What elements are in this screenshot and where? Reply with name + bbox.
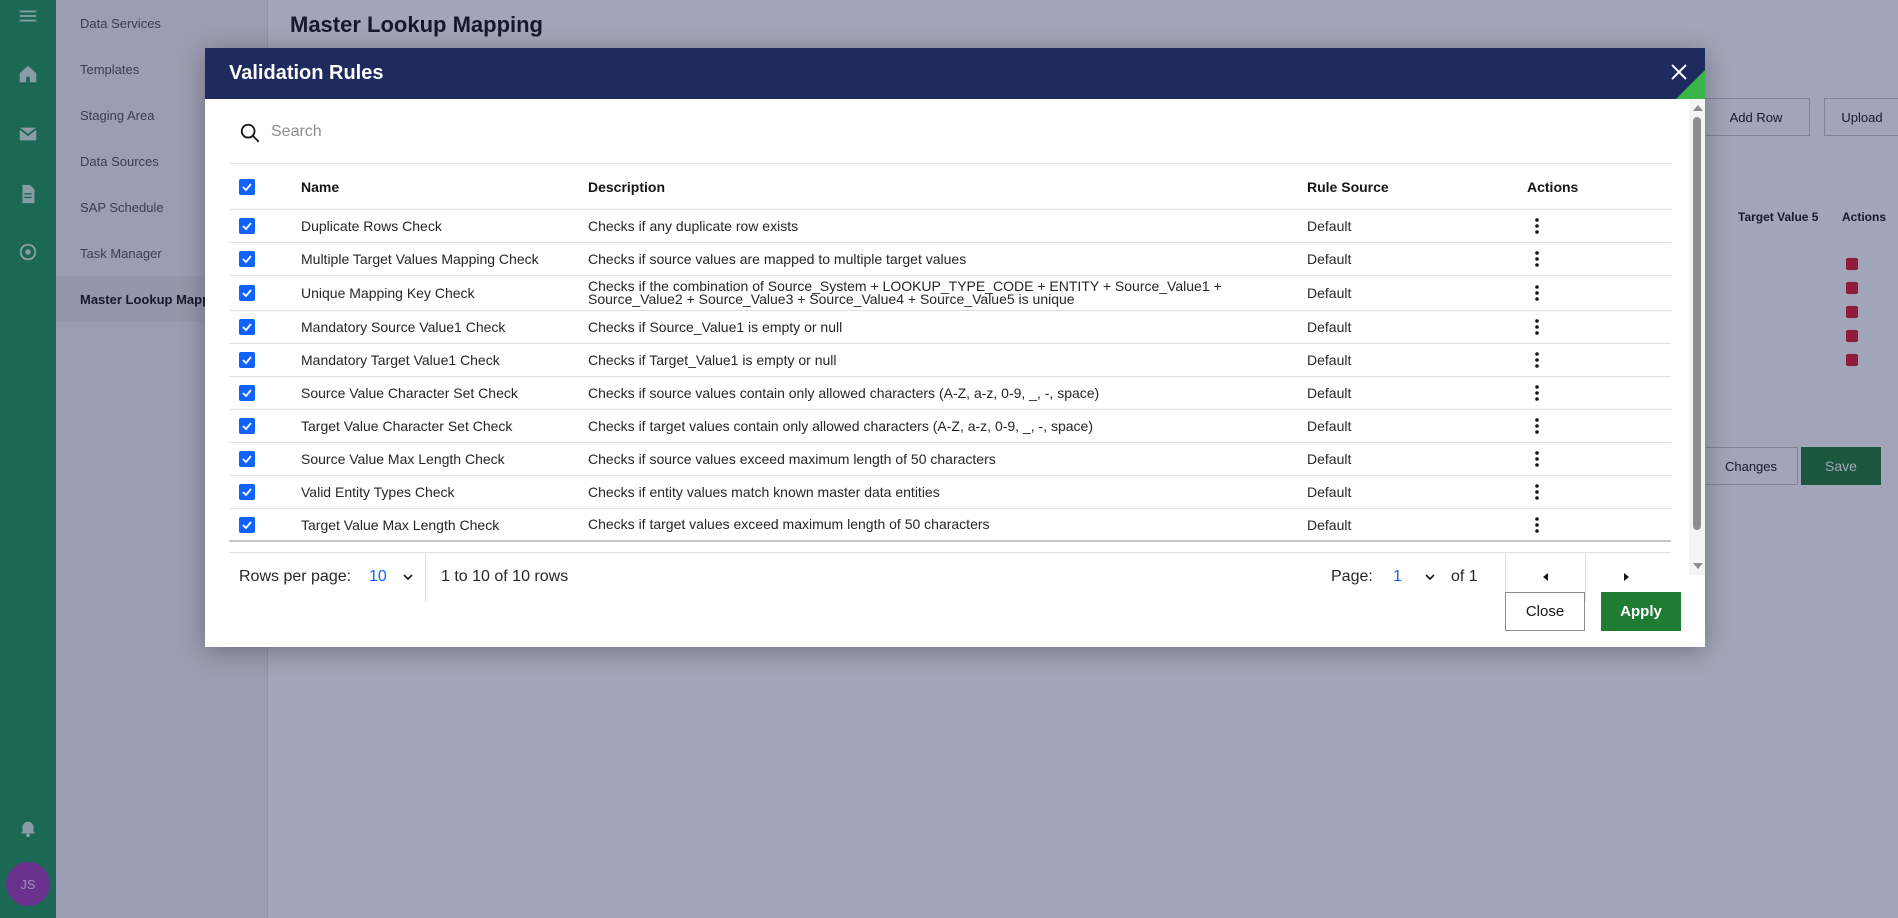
rule-description: Checks if any duplicate row exists xyxy=(588,217,799,234)
table-row: Multiple Target Values Mapping Check Che… xyxy=(229,243,1671,276)
table-row: Mandatory Target Value1 Check Checks if … xyxy=(229,344,1671,377)
search-bar xyxy=(229,99,1671,164)
page-label: Page: xyxy=(1331,568,1373,585)
rule-source: Default xyxy=(1307,251,1352,267)
rule-name: Source Value Max Length Check xyxy=(301,451,505,467)
kebab-icon[interactable] xyxy=(1527,347,1547,373)
row-checkbox[interactable] xyxy=(239,484,255,500)
rule-source: Default xyxy=(1307,484,1352,500)
row-checkbox[interactable] xyxy=(239,451,255,467)
kebab-icon[interactable] xyxy=(1527,479,1547,505)
rule-description: Checks if source values contain only all… xyxy=(588,384,1100,401)
rule-description: Checks if Target_Value1 is empty or null xyxy=(588,351,837,368)
rule-name: Mandatory Source Value1 Check xyxy=(301,319,506,335)
table-row: Unique Mapping Key Check Checks if the c… xyxy=(229,276,1671,311)
table-row: Mandatory Source Value1 Check Checks if … xyxy=(229,311,1671,344)
table-row: Source Value Character Set Check Checks … xyxy=(229,377,1671,410)
rule-name: Target Value Max Length Check xyxy=(301,516,500,533)
scrollbar-thumb[interactable] xyxy=(1693,117,1701,530)
rule-name: Unique Mapping Key Check xyxy=(301,285,475,301)
chevron-down-icon[interactable] xyxy=(1423,570,1437,584)
row-checkbox[interactable] xyxy=(239,418,255,434)
kebab-icon[interactable] xyxy=(1527,380,1547,406)
rule-description: Checks if target values contain only all… xyxy=(588,417,1093,434)
column-header-rule-source[interactable]: Rule Source xyxy=(1307,165,1467,209)
kebab-icon[interactable] xyxy=(1527,446,1547,472)
chevron-down-icon[interactable] xyxy=(401,570,415,584)
pagination: Rows per page: 10 1 to 10 of 10 rows Pag… xyxy=(229,552,1671,601)
rule-description: Checks if source values are mapped to mu… xyxy=(588,250,967,267)
scroll-down-icon[interactable] xyxy=(1693,563,1703,569)
kebab-icon[interactable] xyxy=(1527,413,1547,439)
table-row: Duplicate Rows Check Checks if any dupli… xyxy=(229,210,1671,243)
column-header-actions: Actions xyxy=(1527,179,1579,195)
modal-header: Validation Rules xyxy=(205,48,1705,99)
rule-source: Default xyxy=(1307,516,1352,533)
divider xyxy=(425,553,426,601)
scroll-up-icon[interactable] xyxy=(1693,105,1703,111)
rule-source: Default xyxy=(1307,418,1352,434)
row-checkbox[interactable] xyxy=(239,385,255,401)
kebab-icon[interactable] xyxy=(1527,314,1547,340)
validation-rules-modal: Validation Rules Name Description Rule S… xyxy=(205,48,1705,647)
rule-description: Checks if the combination of Source_Syst… xyxy=(588,278,1222,307)
modal-body: Name Description Rule Source Actions Dup… xyxy=(229,99,1671,625)
kebab-icon[interactable] xyxy=(1527,512,1547,538)
row-checkbox[interactable] xyxy=(239,285,255,301)
apply-button[interactable]: Apply xyxy=(1601,592,1681,631)
rows-per-page-select[interactable]: 10 xyxy=(369,568,387,586)
vertical-scrollbar[interactable] xyxy=(1689,99,1705,575)
table-row: Target Value Max Length Check Checks if … xyxy=(229,509,1671,542)
rule-name: Multiple Target Values Mapping Check xyxy=(301,251,539,267)
table-row: Source Value Max Length Check Checks if … xyxy=(229,443,1671,476)
column-header-description[interactable]: Description xyxy=(588,165,1288,209)
rule-source: Default xyxy=(1307,352,1352,368)
kebab-icon[interactable] xyxy=(1527,280,1547,306)
rule-name: Valid Entity Types Check xyxy=(301,484,455,500)
row-checkbox[interactable] xyxy=(239,319,255,335)
rule-description: Checks if source values exceed maximum l… xyxy=(588,450,996,467)
rule-description: Checks if Source_Value1 is empty or null xyxy=(588,318,843,335)
rule-source: Default xyxy=(1307,218,1352,234)
page-total-text: of 1 xyxy=(1451,568,1478,585)
rule-description: Checks if entity values match known mast… xyxy=(588,483,940,500)
row-checkbox[interactable] xyxy=(239,251,255,267)
row-range-text: 1 to 10 of 10 rows xyxy=(441,568,569,585)
rule-name: Source Value Character Set Check xyxy=(301,385,518,401)
select-all-checkbox[interactable] xyxy=(239,179,255,195)
rule-name: Duplicate Rows Check xyxy=(301,218,442,234)
table-row: Valid Entity Types Check Checks if entit… xyxy=(229,476,1671,509)
rule-source: Default xyxy=(1307,285,1352,301)
close-button[interactable]: Close xyxy=(1505,592,1585,631)
search-icon xyxy=(240,123,260,143)
row-checkbox[interactable] xyxy=(239,218,255,234)
kebab-icon[interactable] xyxy=(1527,213,1547,239)
modal-title: Validation Rules xyxy=(229,62,384,84)
close-icon[interactable] xyxy=(1665,58,1693,86)
table-header-row: Name Description Rule Source Actions xyxy=(229,165,1671,210)
kebab-icon[interactable] xyxy=(1527,246,1547,272)
rule-description: Checks if target values exceed maximum l… xyxy=(588,516,990,532)
row-checkbox[interactable] xyxy=(239,516,255,533)
rule-source: Default xyxy=(1307,451,1352,467)
rule-name: Target Value Character Set Check xyxy=(301,418,513,434)
column-header-name[interactable]: Name xyxy=(301,165,581,209)
rule-name: Mandatory Target Value1 Check xyxy=(301,352,500,368)
table-row: Target Value Character Set Check Checks … xyxy=(229,410,1671,443)
search-input[interactable] xyxy=(271,117,1651,147)
row-checkbox[interactable] xyxy=(239,352,255,368)
rule-source: Default xyxy=(1307,319,1352,335)
rule-source: Default xyxy=(1307,385,1352,401)
page-select[interactable]: 1 xyxy=(1393,568,1402,586)
rows-per-page-label: Rows per page: xyxy=(239,568,352,585)
rules-table: Name Description Rule Source Actions Dup… xyxy=(229,165,1671,542)
